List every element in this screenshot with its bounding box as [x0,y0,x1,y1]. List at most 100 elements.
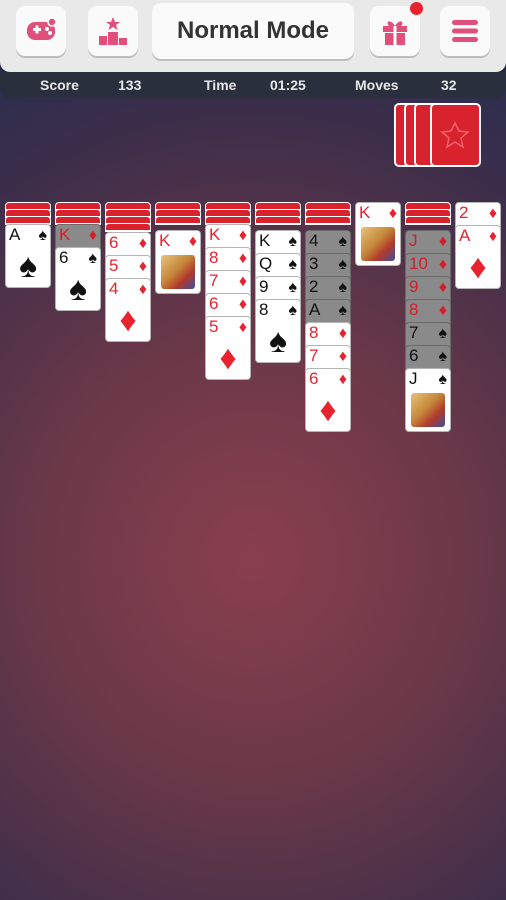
menu-icon [452,20,478,42]
face-down-card [405,216,451,224]
face-down-card [305,216,351,224]
card-rank: A [9,225,21,244]
menu-button[interactable] [440,6,490,56]
card-suit-icon: ♦ [88,227,97,244]
card-rank: 7 [309,346,319,365]
card-rank: 4 [309,231,319,250]
card-suit-icon: ♠ [438,371,448,388]
playing-card[interactable]: 5 ♦ ♦ [205,316,251,380]
card-suit-icon: ♠ [438,348,448,365]
card-rank: 8 [209,248,219,267]
score-label: Score [40,77,79,93]
face-down-card [105,223,151,231]
card-rank: 10 [409,254,428,273]
card-back-pattern [440,121,470,149]
card-suit-icon: ♦ [338,348,347,365]
face-down-card [255,216,301,224]
card-suit-icon: ♠ [338,233,348,250]
face-down-card [205,216,251,224]
card-suit-icon: ♠ [438,325,448,342]
card-suit-icon: ♦ [388,205,397,222]
card-center-suit-icon: ♠ [18,247,38,285]
card-suit-icon: ♦ [238,250,247,267]
card-rank: 9 [259,277,269,296]
notification-badge [410,2,423,15]
card-rank: Q [259,254,273,273]
card-suit-icon: ♦ [438,233,447,250]
leaderboard-icon [99,17,127,45]
face-down-card [155,216,201,224]
card-rank: 8 [259,300,269,319]
card-center-suit-icon: ♠ [68,270,88,308]
card-suit-icon: ♦ [238,227,247,244]
playing-card[interactable]: K ♦ [355,202,401,266]
playing-card[interactable]: A ♦ ♦ [455,225,501,289]
card-suit-icon: ♦ [438,256,447,273]
card-suit-icon: ♠ [288,279,298,296]
gift-button[interactable] [370,2,423,56]
card-suit-icon: ♦ [338,371,347,388]
playing-card[interactable]: 8 ♠ ♠ [255,299,301,363]
card-rank: 2 [309,277,319,296]
face-down-card [55,216,101,224]
card-rank: 6 [209,294,219,313]
stock-card [430,103,481,167]
leaderboard-button[interactable] [88,6,138,56]
card-center-suit-icon: ♦ [319,391,337,429]
score-value: 133 [118,77,142,93]
card-suit-icon: ♠ [338,279,348,296]
games-button[interactable] [16,6,66,56]
card-suit-icon: ♠ [38,227,48,244]
card-suit-icon: ♦ [438,279,447,296]
card-suit-icon: ♦ [338,325,347,342]
card-rank: K [159,231,171,250]
card-suit-icon: ♠ [288,256,298,273]
card-suit-icon: ♦ [238,273,247,290]
card-rank: 6 [109,233,119,252]
card-suit-icon: ♠ [288,302,298,319]
card-center-suit-icon: ♦ [219,339,237,377]
playing-card[interactable]: 4 ♦ ♦ [105,278,151,342]
card-suit-icon: ♦ [438,302,447,319]
card-rank: J [409,369,418,388]
card-rank: 2 [459,203,469,222]
card-rank: 5 [209,317,219,336]
gamepad-icon [27,17,57,40]
time-label: Time [204,77,237,93]
face-down-card [5,216,51,224]
playing-card[interactable]: 6 ♠ ♠ [55,247,101,311]
card-rank: K [359,203,371,222]
card-rank: 9 [409,277,419,296]
playing-card[interactable]: J ♠ [405,368,451,432]
card-suit-icon: ♦ [138,235,147,252]
card-suit-icon: ♠ [338,256,348,273]
card-center-suit-icon: ♠ [268,322,288,360]
card-rank: 8 [309,323,319,342]
card-suit-icon: ♠ [288,233,298,250]
card-rank: K [259,231,271,250]
moves-label: Moves [355,77,399,93]
court-card-face [411,393,445,427]
card-rank: J [409,231,418,250]
playing-card[interactable]: A ♠ ♠ [5,224,51,288]
card-rank: 7 [409,323,419,342]
court-card-face [361,227,395,261]
gift-icon [383,21,407,45]
card-center-suit-icon: ♦ [469,248,487,286]
card-rank: A [309,300,321,319]
card-suit-icon: ♦ [488,228,497,245]
card-rank: A [459,226,471,245]
card-rank: 6 [59,248,69,267]
card-suit-icon: ♦ [238,319,247,336]
card-rank: 3 [309,254,319,273]
mode-title[interactable]: Normal Mode [152,3,354,59]
card-suit-icon: ♠ [88,250,98,267]
card-rank: 5 [109,256,119,275]
card-suit-icon: ♠ [338,302,348,319]
card-center-suit-icon: ♦ [119,301,137,339]
stats-bar: Score 133 Time 01:25 Moves 32 [0,72,506,98]
playing-card[interactable]: 6 ♦ ♦ [305,368,351,432]
card-suit-icon: ♦ [188,233,197,250]
playing-card[interactable]: K ♦ [155,230,201,294]
card-suit-icon: ♦ [138,258,147,275]
